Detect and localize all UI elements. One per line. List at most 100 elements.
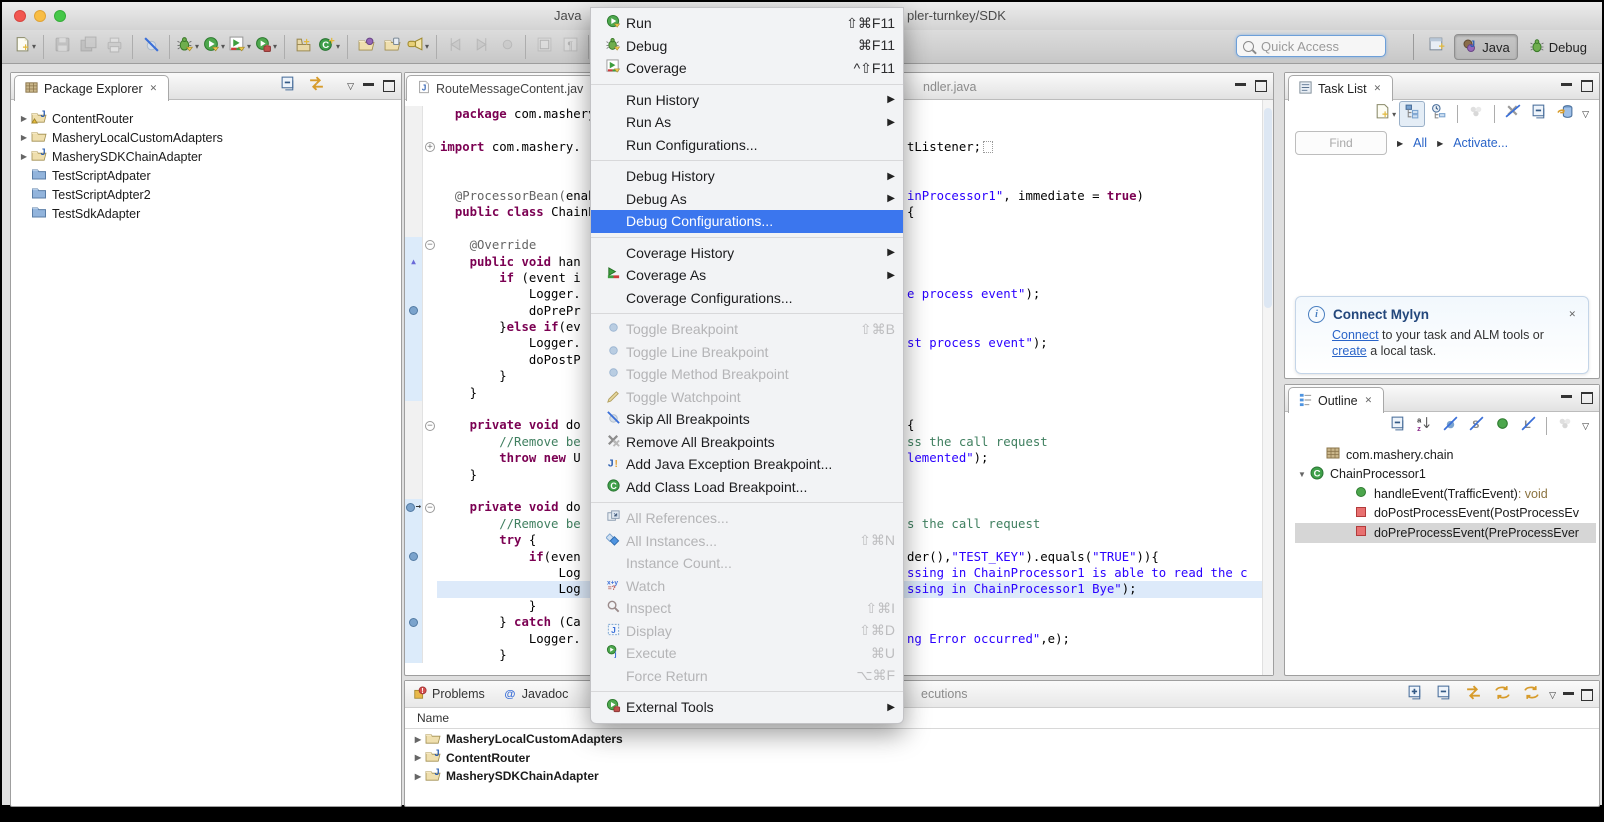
ruler-column[interactable] bbox=[405, 286, 423, 302]
bottom-tab-problems[interactable]: !Problems bbox=[413, 686, 485, 703]
link-editor-button[interactable] bbox=[1463, 685, 1483, 705]
menu-item-debug-history[interactable]: Debug History▶ bbox=[591, 165, 903, 188]
menu-item-debug[interactable]: Debug⌘F11 bbox=[591, 35, 903, 58]
ruler-column[interactable] bbox=[405, 368, 423, 384]
view-categorized-button[interactable] bbox=[1399, 101, 1425, 127]
ruler-column[interactable] bbox=[405, 467, 423, 483]
collapse-all-button[interactable] bbox=[1386, 414, 1410, 438]
fold-collapse-icon[interactable]: − bbox=[425, 503, 435, 513]
package-explorer-item[interactable]: TestScriptAdpater bbox=[17, 166, 397, 185]
fold-column[interactable]: − bbox=[423, 237, 437, 253]
ruler-column[interactable] bbox=[405, 122, 423, 138]
menu-item-coverage-configurations[interactable]: Coverage Configurations... bbox=[591, 287, 903, 310]
search-flashlight-button[interactable]: ▾ bbox=[406, 35, 430, 59]
problems-item[interactable]: ▶JMasherySDKChainAdapter bbox=[411, 767, 1595, 786]
fold-column[interactable] bbox=[423, 352, 437, 368]
minimize-view-icon[interactable] bbox=[1561, 395, 1572, 405]
ruler-column[interactable] bbox=[405, 647, 423, 663]
fold-column[interactable] bbox=[423, 467, 437, 483]
fold-column[interactable] bbox=[423, 614, 437, 630]
ruler-column[interactable] bbox=[405, 188, 423, 204]
fold-column[interactable] bbox=[423, 450, 437, 466]
package-explorer-item[interactable]: TestScriptAdpter2 bbox=[17, 185, 397, 204]
ruler-column[interactable] bbox=[405, 155, 423, 171]
fold-column[interactable] bbox=[423, 483, 437, 499]
tree-expander-icon[interactable]: ▼ bbox=[1295, 470, 1309, 479]
dropdown-arrow-icon[interactable]: ▾ bbox=[273, 42, 277, 51]
view-menu-icon[interactable]: ▽ bbox=[1582, 421, 1589, 432]
expander-arrow-icon[interactable]: ▶ bbox=[1437, 139, 1443, 148]
ruler-column[interactable] bbox=[405, 270, 423, 286]
editor-tab-routemessagecontent[interactable]: J RouteMessageContent.jav bbox=[406, 75, 594, 101]
sort-az-button[interactable]: az bbox=[1412, 414, 1436, 438]
tree-expander-icon[interactable]: ▶ bbox=[17, 133, 31, 142]
menu-item-debug-as[interactable]: Debug As▶ bbox=[591, 188, 903, 211]
fold-column[interactable] bbox=[423, 368, 437, 384]
menu-item-coverage-as[interactable]: Coverage As▶ bbox=[591, 264, 903, 287]
tree-expander-icon[interactable]: ▶ bbox=[411, 753, 425, 762]
view-menu-icon[interactable]: ▽ bbox=[347, 81, 354, 92]
expander-arrow-icon[interactable]: ▶ bbox=[1397, 139, 1403, 148]
mylyn-connect-link[interactable]: Connect bbox=[1332, 328, 1379, 342]
fold-column[interactable] bbox=[423, 647, 437, 663]
ruler-column[interactable] bbox=[405, 352, 423, 368]
ruler-column[interactable] bbox=[405, 516, 423, 532]
package-explorer-tab[interactable]: Package Explorer ✕ bbox=[14, 75, 169, 101]
view-menu-icon[interactable]: ▽ bbox=[1582, 109, 1589, 120]
task-list-activate-link[interactable]: Activate... bbox=[1453, 136, 1508, 150]
maximize-view-icon[interactable] bbox=[1581, 392, 1593, 404]
hide-static-button[interactable]: S bbox=[1464, 414, 1488, 438]
new-wizard-button[interactable]: +▾ bbox=[13, 35, 37, 59]
external-tools-run-button[interactable]: ▾ bbox=[254, 35, 278, 59]
fold-column[interactable] bbox=[423, 532, 437, 548]
breakpoint-icon[interactable] bbox=[409, 552, 418, 561]
menu-item-run[interactable]: Run⇧⌘F11 bbox=[591, 12, 903, 35]
editor-tab2-label[interactable]: ndler.java bbox=[923, 80, 977, 94]
open-type-folder-button[interactable] bbox=[354, 35, 378, 59]
ruler-column[interactable] bbox=[405, 319, 423, 335]
outline-item[interactable]: handleEvent(TrafficEvent) : void bbox=[1295, 484, 1596, 504]
fold-column[interactable] bbox=[423, 303, 437, 319]
ruler-column[interactable] bbox=[405, 204, 423, 220]
close-icon[interactable]: ✕ bbox=[1566, 308, 1578, 321]
ruler-column[interactable] bbox=[405, 549, 423, 565]
expand-all-button[interactable] bbox=[1405, 685, 1425, 705]
fold-column[interactable] bbox=[423, 385, 437, 401]
collapse-all-button[interactable] bbox=[278, 76, 298, 96]
menu-item-coverage-history[interactable]: Coverage History▶ bbox=[591, 242, 903, 265]
maximize-view-icon[interactable] bbox=[1581, 689, 1593, 701]
fold-column[interactable]: + bbox=[423, 139, 437, 155]
menu-item-run-as[interactable]: Run As▶ bbox=[591, 111, 903, 134]
fold-column[interactable] bbox=[423, 598, 437, 614]
run-button[interactable]: ▾ bbox=[202, 35, 226, 59]
fold-collapse-icon[interactable]: − bbox=[425, 421, 435, 431]
hide-local-button[interactable]: L bbox=[1516, 414, 1540, 438]
ruler-column[interactable] bbox=[405, 401, 423, 417]
ruler-column[interactable] bbox=[405, 335, 423, 351]
ruler-column[interactable] bbox=[405, 434, 423, 450]
fold-column[interactable] bbox=[423, 106, 437, 122]
fold-column[interactable] bbox=[423, 434, 437, 450]
menu-item-add-java-exception-breakpoint[interactable]: J!Add Java Exception Breakpoint... bbox=[591, 453, 903, 476]
coverage-button[interactable]: ▾ bbox=[228, 35, 252, 59]
ruler-column[interactable] bbox=[405, 631, 423, 647]
menu-item-run-history[interactable]: Run History▶ bbox=[591, 89, 903, 112]
name-column-header[interactable]: Name bbox=[405, 708, 1599, 729]
ruler-column[interactable] bbox=[405, 614, 423, 630]
fold-column[interactable] bbox=[423, 549, 437, 565]
fold-column[interactable] bbox=[423, 631, 437, 647]
breakpoint-icon[interactable] bbox=[409, 306, 418, 315]
hide-fields-button[interactable] bbox=[1438, 414, 1462, 438]
outline-item[interactable]: doPostProcessEvent(PostProcessEv bbox=[1295, 504, 1596, 524]
fold-column[interactable] bbox=[423, 335, 437, 351]
fold-column[interactable] bbox=[423, 254, 437, 270]
dropdown-arrow-icon[interactable]: ▾ bbox=[221, 42, 225, 51]
dropdown-arrow-icon[interactable]: ▾ bbox=[336, 42, 340, 51]
quick-access-input[interactable] bbox=[1259, 38, 1373, 55]
fold-collapse-icon[interactable]: − bbox=[425, 240, 435, 250]
menu-item-run-configurations[interactable]: Run Configurations... bbox=[591, 134, 903, 157]
breakpoint-icon[interactable] bbox=[406, 503, 415, 512]
dropdown-arrow-icon[interactable]: ▾ bbox=[425, 42, 429, 51]
maximize-view-icon[interactable] bbox=[383, 80, 395, 92]
collapse-all-button[interactable] bbox=[1434, 685, 1454, 705]
